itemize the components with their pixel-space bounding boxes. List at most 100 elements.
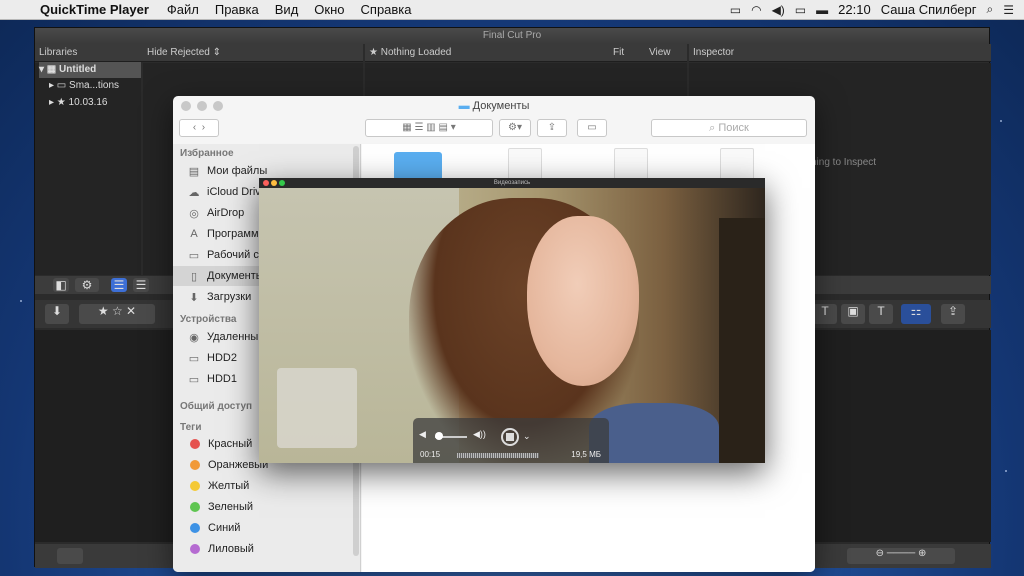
finder-toolbar: ‹ › ▦ ☰ ▥ ▤ ▾ ⚙▾ ⇪ ▭ ⌕ Поиск — [173, 116, 815, 144]
back-forward-button[interactable]: ‹ › — [179, 119, 219, 137]
star-icon: ★ — [369, 47, 378, 58]
battery-icon[interactable]: ▭ — [795, 3, 806, 17]
level-meter — [457, 453, 539, 458]
tag-dot — [190, 460, 200, 470]
zoom-button[interactable] — [213, 101, 223, 111]
close-button[interactable] — [263, 180, 269, 186]
menu-window[interactable]: Окно — [306, 2, 352, 17]
finder-title: Документы — [472, 100, 530, 112]
star — [1005, 470, 1007, 472]
download-icon: ⬇ — [189, 291, 199, 304]
cloud-icon: ☁ — [188, 186, 200, 199]
menu-help[interactable]: Справка — [353, 2, 420, 17]
tag-dot — [190, 523, 200, 533]
sidebar-tag-blue[interactable]: Синий — [173, 518, 359, 538]
effects-icon[interactable]: ⚏ — [901, 304, 931, 324]
tag-button[interactable]: ▭ — [577, 119, 607, 137]
browser-filter[interactable]: Hide Rejected ⇕ — [143, 44, 363, 62]
stop-record-button[interactable] — [501, 428, 519, 446]
title-icon[interactable]: T — [813, 304, 837, 324]
video-door — [719, 218, 765, 463]
search-input[interactable]: ⌕ Поиск — [651, 119, 807, 137]
timeline-settings-icon[interactable] — [57, 548, 83, 564]
desktop-icon: ▭ — [188, 249, 200, 262]
inspector-header: Inspector — [689, 44, 991, 62]
minimize-button[interactable] — [197, 101, 207, 111]
user-name[interactable]: Саша Спилберг — [881, 2, 977, 17]
view-mode-buttons[interactable]: ▦ ☰ ▥ ▤ ▾ — [365, 119, 493, 137]
inspector-label: Inspector — [693, 47, 735, 58]
elapsed-time: 00:15 — [420, 450, 441, 459]
section-tags: Теги — [180, 422, 202, 433]
menu-view[interactable]: Вид — [267, 2, 307, 17]
fit-menu[interactable]: Fit — [613, 44, 624, 62]
theme-icon[interactable]: T — [869, 304, 893, 324]
disk-icon: ▭ — [188, 373, 200, 386]
sidebar-tag-yellow[interactable]: Желтый — [173, 476, 359, 496]
minimize-button[interactable] — [271, 180, 277, 186]
volume-high-icon: ◀)) — [473, 429, 486, 439]
chevron-down-icon[interactable]: ⌄ — [523, 431, 531, 442]
action-button[interactable]: ⚙▾ — [499, 119, 531, 137]
spotlight-icon[interactable]: ⌕ — [987, 2, 994, 17]
menu-edit[interactable]: Правка — [207, 2, 267, 17]
sidebar-tag-purple[interactable]: Лиловый — [173, 539, 359, 559]
all-files-icon: ▤ — [188, 165, 200, 178]
clock[interactable]: 22:10 — [838, 2, 871, 17]
zoom-button[interactable] — [279, 180, 285, 186]
volume-knob[interactable] — [435, 432, 443, 440]
airdrop-icon: ◎ — [189, 207, 199, 220]
search-placeholder: Поиск — [718, 122, 749, 134]
star — [1000, 120, 1002, 122]
library-smart-collections[interactable]: ▸ ▭ Sma...tions — [49, 80, 119, 91]
section-devices: Устройства — [180, 314, 237, 325]
flag-icon[interactable]: ▬ — [816, 3, 828, 17]
quicktime-titlebar: Видеозапись — [259, 178, 765, 188]
import-icon[interactable]: ⬇ — [45, 304, 69, 324]
library-untitled[interactable]: ▾ ▦ Untitled — [39, 62, 141, 78]
tag-dot — [190, 439, 200, 449]
libraries-header: Libraries — [35, 44, 143, 62]
document-icon: ▯ — [190, 270, 198, 283]
sidebar-tag-green[interactable]: Зеленый — [173, 497, 359, 517]
close-button[interactable] — [181, 101, 191, 111]
search-icon: ⌕ — [709, 122, 719, 134]
tag-dot — [190, 502, 200, 512]
filter-label[interactable]: Hide Rejected — [147, 47, 210, 58]
volume-icon[interactable]: ◀) — [772, 3, 785, 17]
airplay-icon[interactable]: ▭ — [730, 3, 741, 17]
star — [20, 300, 22, 302]
inspector-text: ning to Inspect — [811, 157, 877, 168]
menu-bar: QuickTime Player Файл Правка Вид Окно Сп… — [0, 0, 1024, 20]
disc-icon: ◉ — [189, 331, 199, 344]
generator-icon[interactable]: ▣ — [841, 304, 865, 324]
applications-icon: A — [190, 228, 198, 240]
video-bag — [277, 368, 357, 448]
gear-icon[interactable]: ⚙ — [75, 278, 99, 292]
list-view-icon[interactable]: ☰ — [133, 278, 149, 292]
notification-icon[interactable]: ☰ — [1003, 3, 1014, 17]
app-menu[interactable]: QuickTime Player — [36, 2, 159, 17]
video-preview: ◀ ◀)) ⌄ 00:15 19,5 МБ — [259, 188, 765, 463]
tag-dot — [190, 544, 200, 554]
zoom-slider[interactable]: ⊖ ──── ⊕ — [847, 548, 955, 564]
section-shared: Общий доступ — [180, 401, 253, 412]
wifi-icon[interactable]: ◠ — [751, 3, 761, 17]
share-button[interactable]: ⇪ — [537, 119, 567, 137]
view-menu[interactable]: View — [649, 44, 671, 62]
folder-icon: ▬ — [458, 100, 470, 112]
finder-titlebar: ▬ Документы — [173, 96, 815, 116]
tag-dot — [190, 481, 200, 491]
sidebar-toggle-icon[interactable]: ◧ — [53, 278, 69, 292]
disk-icon: ▭ — [188, 352, 200, 365]
rating-icon[interactable]: ★ ☆ ✕ — [79, 304, 155, 324]
library-event[interactable]: ▸ ★ 10.03.16 — [49, 97, 107, 108]
video-face — [527, 216, 639, 386]
quicktime-title: Видеозапись — [493, 180, 531, 186]
viewer-header: ★ Nothing Loaded Fit View — [365, 44, 687, 62]
libraries-label: Libraries — [39, 47, 78, 58]
filmstrip-view-icon[interactable]: ☰ — [111, 278, 127, 292]
menu-file[interactable]: Файл — [159, 2, 207, 17]
share-icon[interactable]: ⇪ — [941, 304, 965, 324]
volume-low-icon: ◀ — [419, 429, 426, 439]
